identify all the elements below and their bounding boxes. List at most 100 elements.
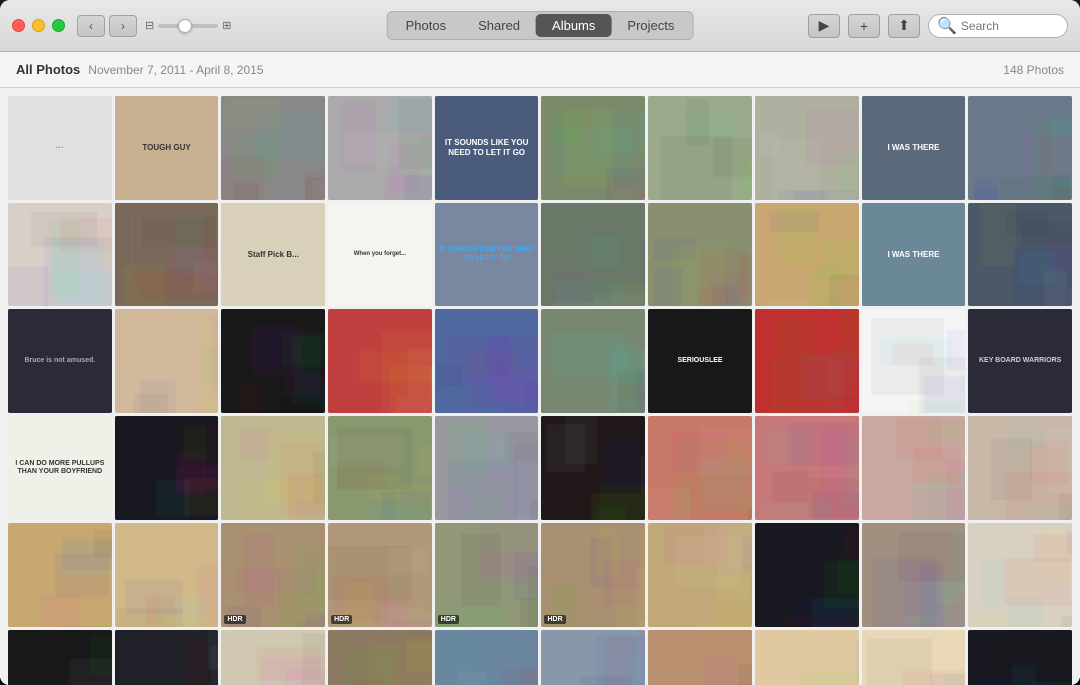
photo-canvas	[328, 523, 432, 627]
photo-cell[interactable]: I WAS THERE	[862, 203, 966, 307]
tab-projects[interactable]: Projects	[611, 14, 690, 37]
photo-cell[interactable]	[755, 96, 859, 200]
photo-cell[interactable]	[862, 309, 966, 413]
photo-canvas	[648, 630, 752, 685]
photo-cell[interactable]: TOUGH GUY	[115, 96, 219, 200]
photo-canvas	[115, 203, 219, 307]
photo-cell[interactable]	[8, 630, 112, 685]
photo-cell[interactable]: HDR	[328, 523, 432, 627]
photo-cell[interactable]	[541, 96, 645, 200]
photo-canvas	[541, 203, 645, 307]
photo-cell[interactable]	[328, 96, 432, 200]
minimize-button[interactable]	[32, 19, 45, 32]
photo-cell[interactable]	[8, 203, 112, 307]
photo-cell[interactable]	[541, 416, 645, 520]
photo-cell[interactable]: I CAN DO MORE PULLUPS THAN YOUR BOYFRIEN…	[8, 416, 112, 520]
photo-cell[interactable]	[435, 416, 539, 520]
photo-cell[interactable]: IT SOUNDS LIKE YOU NEED TO LET IT GO	[435, 96, 539, 200]
tab-shared[interactable]: Shared	[462, 14, 536, 37]
hdr-badge: HDR	[224, 615, 245, 624]
photo-canvas	[328, 96, 432, 200]
photo-cell[interactable]	[221, 96, 325, 200]
photo-canvas	[862, 630, 966, 685]
photo-cell[interactable]: HDR	[221, 523, 325, 627]
search-box[interactable]: 🔍	[928, 14, 1068, 38]
photo-cell[interactable]	[115, 523, 219, 627]
photo-canvas	[862, 523, 966, 627]
photo-canvas	[8, 630, 112, 685]
maximize-button[interactable]	[52, 19, 65, 32]
photo-cell[interactable]: SERIOUSLEE	[648, 309, 752, 413]
photo-cell[interactable]	[968, 203, 1072, 307]
photo-cell[interactable]: I WAS THERE	[862, 96, 966, 200]
photo-cell[interactable]	[968, 523, 1072, 627]
photo-cell[interactable]	[221, 630, 325, 685]
photo-canvas	[8, 203, 112, 307]
photo-cell[interactable]	[862, 523, 966, 627]
nav-buttons: ‹ ›	[77, 15, 137, 37]
tab-albums[interactable]: Albums	[536, 14, 611, 37]
photo-cell[interactable]	[221, 416, 325, 520]
photo-cell[interactable]	[435, 309, 539, 413]
toolbar-right: ▶ + ⬆ 🔍	[808, 14, 1068, 38]
photo-cell[interactable]: ···	[8, 96, 112, 200]
app-window: ‹ › ⊟ ⊞ Photos Shared Albums Projects ▶ …	[0, 0, 1080, 685]
photo-canvas	[968, 96, 1072, 200]
photo-cell[interactable]	[968, 96, 1072, 200]
share-button[interactable]: ⬆	[888, 14, 920, 38]
photo-canvas	[221, 416, 325, 520]
zoom-slider[interactable]	[158, 24, 218, 28]
photo-cell[interactable]	[862, 416, 966, 520]
tab-photos[interactable]: Photos	[390, 14, 462, 37]
photo-cell[interactable]: HDR	[755, 630, 859, 685]
photo-cell[interactable]: Staff Pick B...	[221, 203, 325, 307]
photo-cell[interactable]: HDR	[648, 630, 752, 685]
photo-cell[interactable]	[541, 203, 645, 307]
play-button[interactable]: ▶	[808, 14, 840, 38]
photo-cell[interactable]	[541, 630, 645, 685]
photo-cell[interactable]	[435, 630, 539, 685]
photo-cell[interactable]: When you forget...	[328, 203, 432, 307]
add-button[interactable]: +	[848, 14, 880, 38]
photo-cell[interactable]	[648, 523, 752, 627]
photo-cell[interactable]	[968, 416, 1072, 520]
photo-canvas	[435, 309, 539, 413]
photo-grid: ···TOUGH GUY IT SOUNDS LIKE YOU NEED TO L…	[8, 96, 1072, 685]
photo-cell[interactable]: IT SOUNDS LIKE YOU NEED TO LET IT GO	[435, 203, 539, 307]
close-button[interactable]	[12, 19, 25, 32]
photo-cell[interactable]	[648, 416, 752, 520]
photo-cell[interactable]: Bruce is not amused.	[8, 309, 112, 413]
photo-canvas	[541, 309, 645, 413]
forward-button[interactable]: ›	[109, 15, 137, 37]
photo-cell[interactable]	[328, 416, 432, 520]
photo-cell[interactable]	[755, 416, 859, 520]
photo-canvas	[862, 416, 966, 520]
photo-cell[interactable]	[968, 630, 1072, 685]
photo-cell[interactable]	[755, 523, 859, 627]
main-content[interactable]: ···TOUGH GUY IT SOUNDS LIKE YOU NEED TO L…	[0, 88, 1080, 685]
photo-cell[interactable]	[755, 309, 859, 413]
zoom-slider-area: ⊟ ⊞	[145, 19, 231, 32]
photo-cell[interactable]	[648, 96, 752, 200]
photo-cell[interactable]	[115, 416, 219, 520]
photo-cell[interactable]: HDR	[435, 523, 539, 627]
hdr-badge: HDR	[544, 615, 565, 624]
photo-cell[interactable]	[541, 309, 645, 413]
photo-cell[interactable]: HDR	[862, 630, 966, 685]
photo-cell[interactable]: KEY BOARD WARRIORS	[968, 309, 1072, 413]
photo-cell[interactable]	[115, 309, 219, 413]
photo-canvas	[328, 416, 432, 520]
photo-cell[interactable]	[648, 203, 752, 307]
back-button[interactable]: ‹	[77, 15, 105, 37]
photo-cell[interactable]	[328, 309, 432, 413]
photo-cell[interactable]: HDR	[541, 523, 645, 627]
photo-cell[interactable]	[221, 309, 325, 413]
photo-cell[interactable]	[115, 630, 219, 685]
photo-cell[interactable]	[328, 630, 432, 685]
photo-cell[interactable]	[8, 523, 112, 627]
photo-cell[interactable]	[755, 203, 859, 307]
search-input[interactable]	[961, 19, 1059, 33]
photo-canvas	[755, 416, 859, 520]
photo-canvas	[541, 630, 645, 685]
photo-cell[interactable]	[115, 203, 219, 307]
